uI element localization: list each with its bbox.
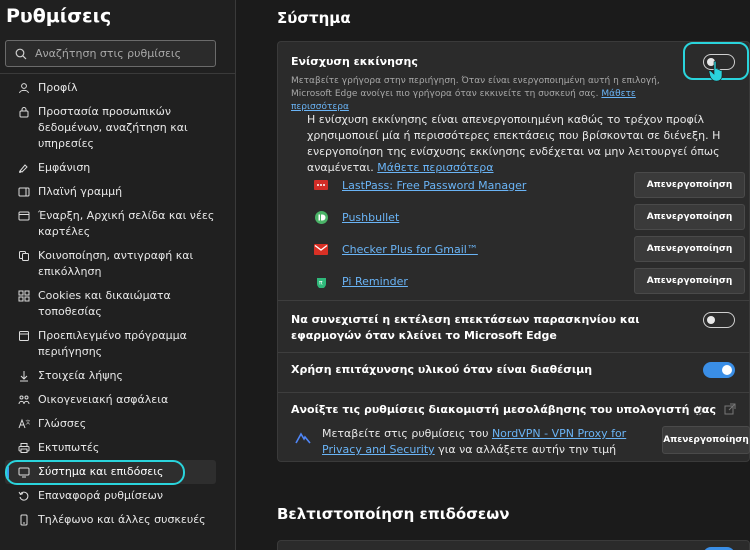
sidebar-item-default-browser[interactable]: Προεπιλεγμένο πρόγραμμα περιήγησης — [5, 324, 216, 364]
download-icon — [17, 368, 30, 384]
sidebar-item-system[interactable]: Σύστημα και επιδόσεις — [5, 460, 216, 485]
family-icon — [17, 392, 30, 408]
active-indicator — [6, 466, 9, 479]
sidebar-item-phone-devices[interactable]: Τηλέφωνο και άλλες συσκευές — [5, 508, 216, 532]
sidebar-item-label: Προφίλ — [38, 81, 78, 94]
nordvpn-icon — [295, 432, 311, 444]
sidebar-item-cookies[interactable]: Cookies και δικαιώματα τοποθεσίας — [5, 284, 216, 324]
toggle-knob — [722, 365, 732, 375]
proxy-text-before: Μεταβείτε στις ρυθμίσεις του — [322, 427, 489, 440]
toggle-knob — [707, 316, 715, 324]
sidebar-item-label: Έναρξη, Αρχική σελίδα και νέες καρτέλες — [38, 209, 215, 238]
disable-pushbullet-button[interactable]: Απενεργοποίηση — [634, 204, 745, 230]
sidebar-item-label: Γλώσσες — [38, 417, 87, 430]
sidebar-item-label: Εκτυπωτές — [38, 441, 100, 454]
sidebar-item-family-safety[interactable]: Οικογενειακή ασφάλεια — [5, 388, 216, 412]
printer-icon — [17, 440, 30, 456]
sidebar-item-share-copy-paste[interactable]: Κοινοποίηση, αντιγραφή και επικόλληση — [5, 244, 216, 284]
pi-reminder-icon: π — [314, 274, 328, 288]
settings-sidebar: Ρυθμίσεις Προφίλ Προστασία προσωπικών δε… — [0, 0, 236, 550]
search-input[interactable] — [35, 47, 205, 60]
sidebar-item-label: Τηλέφωνο και άλλες συσκευές — [38, 513, 206, 526]
lastpass-icon — [314, 178, 328, 192]
reset-icon — [17, 488, 30, 504]
sidebar-item-reset[interactable]: Επαναφορά ρυθμίσεων — [5, 484, 216, 508]
system-settings-card: Ενίσχυση εκκίνησης Μεταβείτε γρήγορα στη… — [277, 41, 750, 462]
sidebar-item-label: Κοινοποίηση, αντιγραφή και επικόλληση — [38, 249, 194, 278]
proxy-extension-notice: Μεταβείτε στις ρυθμίσεις του NordVPN - V… — [322, 426, 662, 458]
startup-boost-description: Μεταβείτε γρήγορα στην περιήγηση. Όταν ε… — [291, 75, 691, 114]
sidebar-item-sidebar[interactable]: Πλαϊνή γραμμή — [5, 180, 216, 204]
hand-cursor-icon — [708, 60, 723, 82]
proxy-text-after: για να αλλάξετε αυτήν την τιμή — [438, 443, 617, 456]
hardware-acceleration-title: Χρήση επιτάχυνσης υλικού όταν είναι διαθ… — [291, 363, 593, 376]
section-title-performance: Βελτιστοποίηση επιδόσεων — [277, 505, 510, 523]
main-content: Σύστημα Ενίσχυση εκκίνησης Μεταβείτε γρή… — [237, 0, 750, 550]
appearance-icon — [17, 160, 30, 176]
background-apps-title: Να συνεχιστεί η εκτέλεση επεκτάσεων παρα… — [291, 313, 640, 342]
sidebar-item-label: Εμφάνιση — [38, 161, 91, 174]
page-title: Σύστημα — [277, 9, 351, 27]
external-link-icon[interactable] — [724, 403, 736, 415]
sidebar-item-label: Στοιχεία λήψης — [38, 369, 123, 382]
search-icon — [15, 48, 27, 59]
hardware-acceleration-toggle[interactable] — [703, 362, 735, 378]
sidebar-item-printers[interactable]: Εκτυπωτές — [5, 436, 216, 460]
sidebar-item-appearance[interactable]: Εμφάνιση — [5, 156, 216, 180]
system-icon — [17, 464, 30, 480]
share-icon — [17, 248, 30, 264]
sidebar-item-start-home-tabs[interactable]: Έναρξη, Αρχική σελίδα και νέες καρτέλες — [5, 204, 216, 244]
profile-icon — [17, 80, 30, 96]
disable-pi-reminder-button[interactable]: Απενεργοποίηση — [634, 268, 745, 294]
lock-icon — [17, 104, 30, 120]
gmail-checker-icon — [314, 242, 328, 256]
sidebar-icon — [17, 184, 30, 200]
svg-text:π: π — [319, 279, 323, 286]
home-tabs-icon — [17, 208, 30, 224]
sidebar-item-label: Οικογενειακή ασφάλεια — [38, 393, 169, 406]
performance-card — [277, 540, 750, 550]
disable-lastpass-button[interactable]: Απενεργοποίηση — [634, 172, 745, 198]
background-apps-toggle[interactable] — [703, 312, 735, 328]
extension-name[interactable]: Checker Plus for Gmail™ — [342, 243, 478, 256]
divider — [278, 392, 750, 393]
sidebar-item-label: Πλαϊνή γραμμή — [38, 185, 123, 198]
proxy-settings-title: Ανοίξτε τις ρυθμίσεις διακομιστή μεσολάβ… — [291, 403, 716, 416]
svg-text:文: 文 — [25, 419, 30, 426]
managed-by-extension-icon — [694, 406, 703, 415]
cookies-icon — [17, 288, 30, 304]
sidebar-item-label: Σύστημα και επιδόσεις — [38, 465, 164, 478]
settings-nav: Προφίλ Προστασία προσωπικών δεδομένων, α… — [5, 76, 216, 532]
disable-checker-plus-button[interactable]: Απενεργοποίηση — [634, 236, 745, 262]
pushbullet-icon — [314, 210, 328, 224]
search-box[interactable] — [5, 40, 216, 67]
sidebar-title: Ρυθμίσεις — [6, 5, 112, 27]
sidebar-item-label: Προστασία προσωπικών δεδομένων, αναζήτησ… — [38, 105, 188, 150]
conflict-warning: Η ενίσχυση εκκίνησης είναι απενεργοποιημ… — [307, 112, 747, 176]
divider — [278, 352, 750, 353]
languages-icon: 文 — [17, 416, 30, 432]
conflict-warning-text: Η ενίσχυση εκκίνησης είναι απενεργοποιημ… — [307, 113, 721, 174]
browser-icon — [17, 328, 30, 344]
sidebar-item-label: Επαναφορά ρυθμίσεων — [38, 489, 164, 502]
sidebar-item-privacy[interactable]: Προστασία προσωπικών δεδομένων, αναζήτησ… — [5, 100, 216, 156]
startup-boost-title: Ενίσχυση εκκίνησης — [291, 55, 418, 68]
extension-name[interactable]: LastPass: Free Password Manager — [342, 179, 526, 192]
disable-nordvpn-button[interactable]: Απενεργοποίηση — [662, 426, 750, 454]
extension-name[interactable]: Pushbullet — [342, 211, 399, 224]
sidebar-divider — [0, 73, 236, 74]
divider — [278, 300, 750, 301]
sidebar-item-label: Cookies και δικαιώματα τοποθεσίας — [38, 289, 171, 318]
sidebar-item-languages[interactable]: 文 Γλώσσες — [5, 412, 216, 436]
sidebar-item-downloads[interactable]: Στοιχεία λήψης — [5, 364, 216, 388]
sidebar-item-label: Προεπιλεγμένο πρόγραμμα περιήγησης — [38, 329, 187, 358]
extension-name[interactable]: Pi Reminder — [342, 275, 408, 288]
phone-icon — [17, 512, 30, 528]
sidebar-item-profile[interactable]: Προφίλ — [5, 76, 216, 100]
